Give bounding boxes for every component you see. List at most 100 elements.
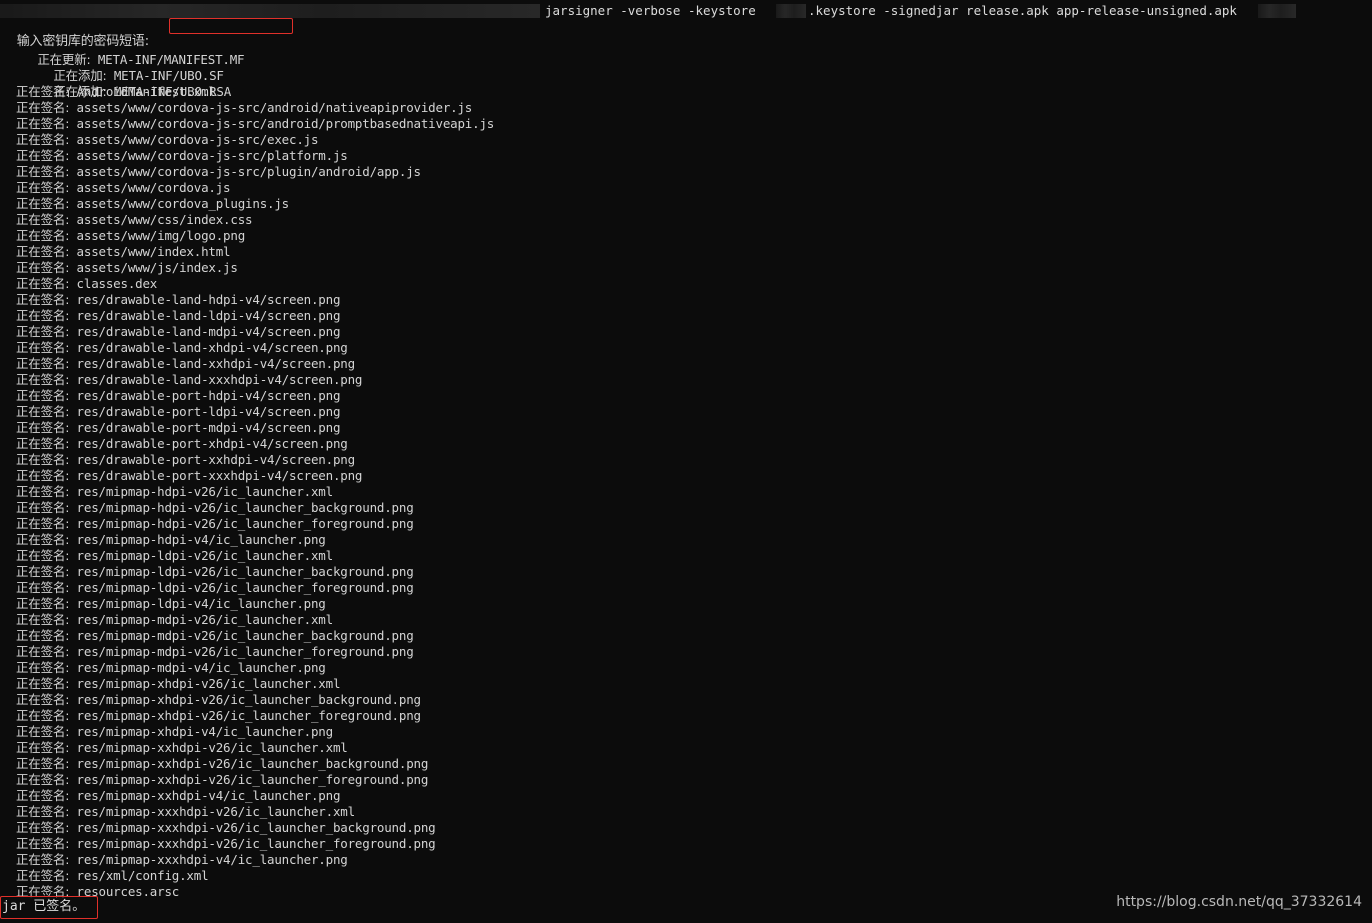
signing-line: 正在签名: classes.dex (16, 276, 157, 292)
signing-label: 正在签名: (16, 852, 70, 867)
signing-label: 正在签名: (16, 420, 70, 435)
signing-line: 正在签名: res/xml/config.xml (16, 868, 209, 884)
signing-path: res/mipmap-hdpi-v26/ic_launcher.xml (76, 484, 334, 499)
result-text: jar 已签名。 (2, 899, 86, 914)
signing-label: 正在签名: (16, 132, 70, 147)
signing-path: res/mipmap-xxhdpi-v4/ic_launcher.png (76, 788, 341, 803)
signing-path: res/mipmap-xhdpi-v26/ic_launcher.xml (76, 676, 341, 691)
signing-line: 正在签名: res/drawable-land-xxhdpi-v4/screen… (16, 356, 355, 372)
signing-line: 正在签名: res/drawable-port-xhdpi-v4/screen.… (16, 436, 348, 452)
signing-label: 正在签名: (16, 772, 70, 787)
terminal-window[interactable]: jarsigner -verbose -keystore .keystore -… (0, 0, 1372, 923)
signing-line: 正在签名: res/drawable-land-xxxhdpi-v4/scree… (16, 372, 362, 388)
signing-path: res/drawable-land-mdpi-v4/screen.png (76, 324, 341, 339)
command-text-suffix: .keystore -signedjar release.apk app-rel… (808, 3, 1237, 18)
signing-path: res/drawable-land-xxxhdpi-v4/screen.png (76, 372, 363, 387)
signing-label: 正在签名: (16, 580, 70, 595)
signing-line: 正在签名: res/mipmap-ldpi-v26/ic_launcher.xm… (16, 548, 333, 564)
signing-line: 正在签名: assets/www/cordova-js-src/plugin/a… (16, 164, 421, 180)
signing-line: 正在签名: res/mipmap-xxxhdpi-v4/ic_launcher.… (16, 852, 348, 868)
signing-line: 正在签名: res/mipmap-xxhdpi-v4/ic_launcher.p… (16, 788, 340, 804)
signing-label: 正在签名: (16, 212, 70, 227)
signing-label: 正在签名: (16, 628, 70, 643)
signing-path: res/mipmap-xxxhdpi-v26/ic_launcher_backg… (76, 820, 436, 835)
signing-label: 正在签名: (16, 788, 70, 803)
signing-label: 正在签名: (16, 340, 70, 355)
signing-path: res/mipmap-xxhdpi-v26/ic_launcher.xml (76, 740, 348, 755)
signing-line: 正在签名: res/mipmap-mdpi-v4/ic_launcher.png (16, 660, 326, 676)
signing-line: 正在签名: res/drawable-port-ldpi-v4/screen.p… (16, 404, 340, 420)
signing-line: 正在签名: assets/www/index.html (16, 244, 231, 260)
signing-line: 正在签名: res/mipmap-mdpi-v26/ic_launcher.xm… (16, 612, 333, 628)
signing-label: 正在签名: (16, 532, 70, 547)
signing-line: 正在签名: res/mipmap-mdpi-v26/ic_launcher_ba… (16, 628, 414, 644)
signing-label: 正在签名: (16, 804, 70, 819)
signing-label: 正在签名: (16, 100, 70, 115)
signing-line: 正在签名: assets/www/cordova_plugins.js (16, 196, 289, 212)
signing-path: res/mipmap-xhdpi-v4/ic_launcher.png (76, 724, 334, 739)
signing-path: res/mipmap-xhdpi-v26/ic_launcher_backgro… (76, 692, 422, 707)
password-input-highlight[interactable] (169, 18, 293, 34)
signing-label: 正在签名: (16, 452, 70, 467)
signing-path: assets/www/cordova-js-src/android/native… (76, 100, 473, 115)
signing-label: 正在签名: (16, 724, 70, 739)
signing-path: res/mipmap-xhdpi-v26/ic_launcher_foregro… (76, 708, 422, 723)
signing-label: 正在签名: (16, 484, 70, 499)
signing-label: 正在签名: (16, 404, 70, 419)
signing-label: 正在签名: (16, 388, 70, 403)
signing-line: 正在签名: res/mipmap-xxxhdpi-v26/ic_launcher… (16, 836, 436, 852)
adding-line: 正在添加: META-INF/UBO.RSA (24, 68, 231, 99)
signing-path: res/xml/config.xml (76, 868, 209, 883)
signing-label: 正在签名: (16, 708, 70, 723)
signing-path: assets/www/cordova-js-src/exec.js (76, 132, 319, 147)
signing-label: 正在签名: (16, 740, 70, 755)
signing-line: 正在签名: res/drawable-land-ldpi-v4/screen.p… (16, 308, 340, 324)
signing-path: res/mipmap-ldpi-v26/ic_launcher.xml (76, 548, 334, 563)
signing-label: 正在签名: (16, 148, 70, 163)
signing-label: 正在签名: (16, 180, 70, 195)
signing-path: assets/www/index.html (76, 244, 231, 259)
signing-path: res/drawable-land-ldpi-v4/screen.png (76, 308, 341, 323)
redacted-path-segment (0, 4, 540, 18)
signing-label: 正在签名: (16, 308, 70, 323)
signing-line: 正在签名: res/mipmap-xxhdpi-v26/ic_launcher.… (16, 740, 348, 756)
command-text-prefix: jarsigner -verbose -keystore (545, 3, 756, 18)
signing-path: res/mipmap-mdpi-v4/ic_launcher.png (76, 660, 326, 675)
signing-label: 正在签名: (16, 548, 70, 563)
signing-label: 正在签名: (16, 276, 70, 291)
signing-path: res/drawable-port-xxxhdpi-v4/screen.png (76, 468, 363, 483)
signing-label: 正在签名: (16, 164, 70, 179)
signing-label: 正在签名: (16, 820, 70, 835)
signing-path: res/mipmap-mdpi-v26/ic_launcher.xml (76, 612, 334, 627)
signing-line: 正在签名: res/mipmap-xxhdpi-v26/ic_launcher_… (16, 772, 428, 788)
signing-path: res/drawable-port-xxhdpi-v4/screen.png (76, 452, 356, 467)
signing-label: 正在签名: (16, 324, 70, 339)
signing-path: res/drawable-port-ldpi-v4/screen.png (76, 404, 341, 419)
signing-path: res/drawable-land-hdpi-v4/screen.png (76, 292, 341, 307)
signing-line: 正在签名: assets/www/img/logo.png (16, 228, 245, 244)
signing-label: 正在签名: (16, 564, 70, 579)
signing-path: assets/www/cordova-js-src/android/prompt… (76, 116, 495, 131)
signing-label: 正在签名: (16, 292, 70, 307)
signing-label: 正在签名: (16, 612, 70, 627)
signing-line: 正在签名: res/drawable-port-xxhdpi-v4/screen… (16, 452, 355, 468)
signing-label: 正在签名: (16, 356, 70, 371)
signing-path: assets/www/js/index.js (76, 260, 238, 275)
signing-line: 正在签名: res/mipmap-ldpi-v26/ic_launcher_fo… (16, 580, 414, 596)
signing-line: 正在签名: res/drawable-port-hdpi-v4/screen.p… (16, 388, 340, 404)
signing-label: 正在签名: (16, 868, 70, 883)
signing-path: classes.dex (76, 276, 158, 291)
signing-line: 正在签名: assets/www/css/index.css (16, 212, 253, 228)
signing-label: 正在签名: (16, 468, 70, 483)
signing-line: 正在签名: assets/www/cordova-js-src/exec.js (16, 132, 318, 148)
signing-line: 正在签名: res/mipmap-xxxhdpi-v26/ic_launcher… (16, 820, 436, 836)
signing-line: 正在签名: res/mipmap-ldpi-v26/ic_launcher_ba… (16, 564, 414, 580)
signing-path: res/drawable-land-xxhdpi-v4/screen.png (76, 356, 356, 371)
password-prompt: 输入密钥库的密码短语: (1, 18, 149, 49)
watermark: https://blog.csdn.net/qq_37332614 (1116, 894, 1362, 910)
signing-label: 正在签名: (16, 244, 70, 259)
signing-label: 正在签名: (16, 660, 70, 675)
signing-path: assets/www/cordova.js (76, 180, 231, 195)
signing-line: 正在签名: res/mipmap-xhdpi-v4/ic_launcher.pn… (16, 724, 333, 740)
signing-label: 正在签名: (16, 516, 70, 531)
